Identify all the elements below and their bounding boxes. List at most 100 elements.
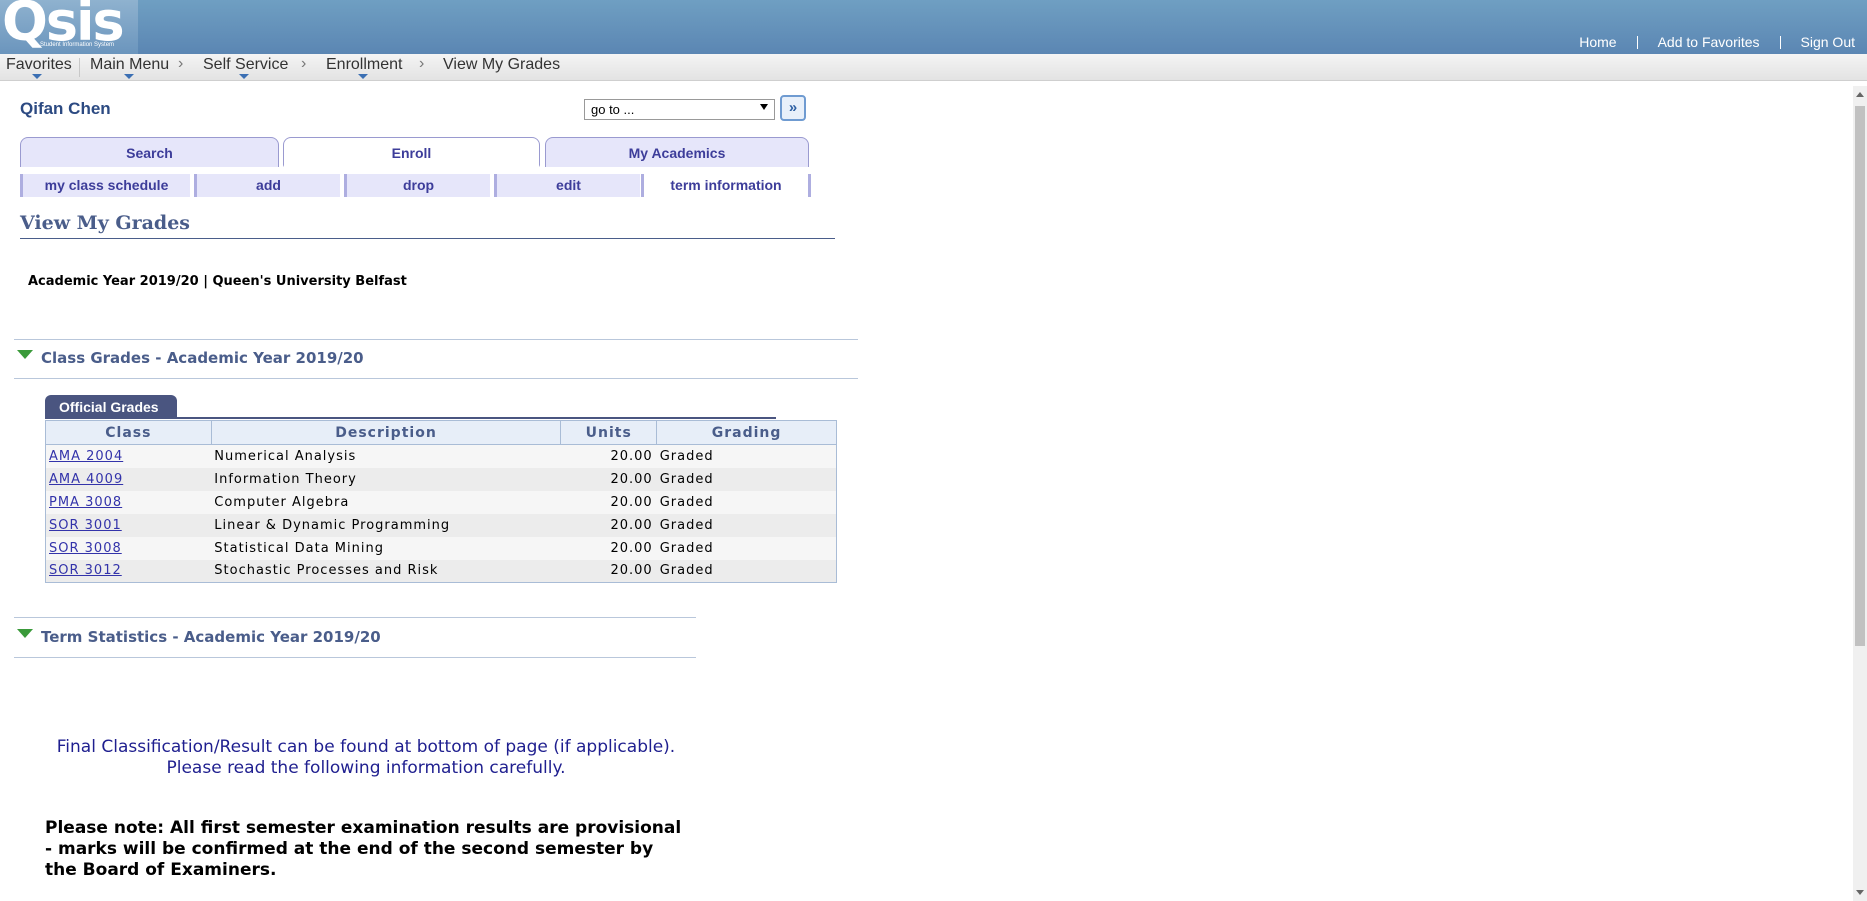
title-divider [20, 238, 835, 239]
sign-out-link[interactable]: Sign Out [1801, 34, 1855, 50]
main-menu[interactable]: Main Menu [90, 56, 169, 74]
grading-cell: Graded [656, 490, 837, 514]
class-link[interactable]: AMA 4009 [49, 472, 123, 487]
class-cell: SOR 3008 [45, 536, 212, 560]
breadcrumb-enrollment[interactable]: Enrollment [326, 56, 402, 74]
tab-search[interactable]: Search [20, 137, 279, 167]
class-cell: AMA 2004 [45, 444, 212, 468]
class-link[interactable]: AMA 2004 [49, 449, 123, 464]
scroll-down-arrow-icon[interactable] [1856, 890, 1864, 895]
table-row: SOR 3012 Stochastic Processes and Risk 2… [45, 559, 837, 583]
units-cell: 20.00 [560, 444, 657, 468]
classification-info-line-1: Final Classification/Result can be found… [56, 737, 676, 757]
breadcrumb-self-service[interactable]: Self Service [203, 56, 288, 74]
term-statistics-header[interactable]: Term Statistics - Academic Year 2019/20 [41, 628, 381, 646]
nav-divider [79, 58, 80, 77]
enrollment-dropdown-icon[interactable] [358, 74, 368, 79]
subtab-my-class-schedule[interactable]: my class schedule [20, 174, 190, 197]
class-link[interactable]: SOR 3001 [49, 518, 122, 533]
student-name: Qifan Chen [20, 99, 111, 118]
description-cell: Statistical Data Mining [211, 536, 561, 560]
class-cell: SOR 3001 [45, 513, 212, 537]
class-link[interactable]: SOR 3008 [49, 541, 122, 556]
column-header-grading: Grading [656, 420, 837, 445]
breadcrumb-separator-icon: › [419, 55, 425, 72]
breadcrumb-view-my-grades: View My Grades [443, 56, 561, 73]
expand-triangle-icon[interactable] [17, 629, 33, 638]
add-to-favorites-link[interactable]: Add to Favorites [1658, 34, 1760, 50]
table-header-row: Class Description Units Grading [45, 420, 837, 445]
logo-subtitle: Student Information System [40, 42, 115, 48]
subtab-term-information[interactable]: term information [641, 174, 811, 197]
goto-select-value: go to ... [591, 102, 635, 117]
academic-year-info: Academic Year 2019/20 | Queen's Universi… [28, 274, 407, 289]
breadcrumb-separator-icon: › [301, 55, 307, 72]
table-row: PMA 3008 Computer Algebra 20.00 Graded [45, 490, 837, 514]
section-divider [14, 339, 858, 340]
class-link[interactable]: PMA 3008 [49, 495, 122, 510]
table-row: AMA 2004 Numerical Analysis 20.00 Graded [45, 444, 837, 468]
grading-cell: Graded [656, 467, 837, 491]
description-cell: Numerical Analysis [211, 444, 561, 468]
tab-my-academics[interactable]: My Academics [545, 137, 809, 167]
units-cell: 20.00 [560, 559, 657, 583]
vertical-scrollbar[interactable] [1853, 86, 1867, 901]
subtab-add[interactable]: add [194, 174, 340, 197]
units-cell: 20.00 [560, 536, 657, 560]
tab-underline [45, 417, 776, 419]
header-links: Home Add to Favorites Sign Out [1579, 34, 1855, 50]
go-button[interactable]: » [780, 95, 806, 121]
provisional-results-note: Please note: All first semester examinat… [45, 818, 682, 880]
official-grades-tab[interactable]: Official Grades [45, 395, 177, 418]
top-banner: Qsis Student Information System Home Add… [0, 0, 1867, 54]
units-cell: 20.00 [560, 490, 657, 514]
select-arrow-icon [760, 104, 768, 110]
favorites-dropdown-icon[interactable] [32, 74, 42, 79]
scroll-up-arrow-icon[interactable] [1856, 92, 1864, 97]
navigation-bar: Favorites Main Menu › Self Service › Enr… [0, 54, 1867, 81]
breadcrumb-separator-icon: › [178, 55, 184, 72]
section-divider [14, 617, 696, 618]
column-header-class: Class [45, 420, 212, 445]
class-cell: SOR 3012 [45, 559, 212, 583]
subtab-edit[interactable]: edit [494, 174, 640, 197]
home-link[interactable]: Home [1579, 34, 1616, 50]
goto-select[interactable]: go to ... [584, 99, 775, 120]
header-divider [1636, 35, 1638, 49]
description-cell: Information Theory [211, 467, 561, 491]
subtab-drop[interactable]: drop [344, 174, 490, 197]
main-menu-dropdown-icon[interactable] [124, 74, 134, 79]
units-cell: 20.00 [560, 467, 657, 491]
column-header-description: Description [210, 420, 562, 445]
classification-info-line-2: Please read the following information ca… [166, 758, 566, 778]
page-title: View My Grades [20, 212, 190, 234]
description-cell: Stochastic Processes and Risk [211, 559, 561, 583]
class-cell: AMA 4009 [45, 467, 212, 491]
class-cell: PMA 3008 [45, 490, 212, 514]
favorites-menu[interactable]: Favorites [6, 56, 72, 74]
self-service-dropdown-icon[interactable] [239, 74, 249, 79]
tab-enroll[interactable]: Enroll [283, 137, 540, 167]
table-row: AMA 4009 Information Theory 20.00 Graded [45, 467, 837, 491]
description-cell: Computer Algebra [211, 490, 561, 514]
column-header-units: Units [560, 420, 658, 445]
table-row: SOR 3001 Linear & Dynamic Programming 20… [45, 513, 837, 537]
grades-table: Class Description Units Grading AMA 2004… [45, 420, 837, 583]
class-link[interactable]: SOR 3012 [49, 563, 122, 578]
table-row: SOR 3008 Statistical Data Mining 20.00 G… [45, 536, 837, 560]
units-cell: 20.00 [560, 513, 657, 537]
grading-cell: Graded [656, 444, 837, 468]
grading-cell: Graded [656, 536, 837, 560]
classification-info: Final Classification/Result can be found… [46, 737, 686, 779]
scrollbar-thumb[interactable] [1855, 106, 1865, 646]
double-chevron-right-icon: » [788, 99, 798, 116]
section-divider [14, 657, 696, 658]
section-divider [14, 378, 858, 379]
description-cell: Linear & Dynamic Programming [211, 513, 561, 537]
header-divider [1779, 35, 1781, 49]
qsis-logo: Qsis Student Information System [0, 0, 138, 54]
grading-cell: Graded [656, 513, 837, 537]
expand-triangle-icon[interactable] [17, 350, 33, 359]
grading-cell: Graded [656, 559, 837, 583]
class-grades-header[interactable]: Class Grades - Academic Year 2019/20 [41, 349, 364, 367]
